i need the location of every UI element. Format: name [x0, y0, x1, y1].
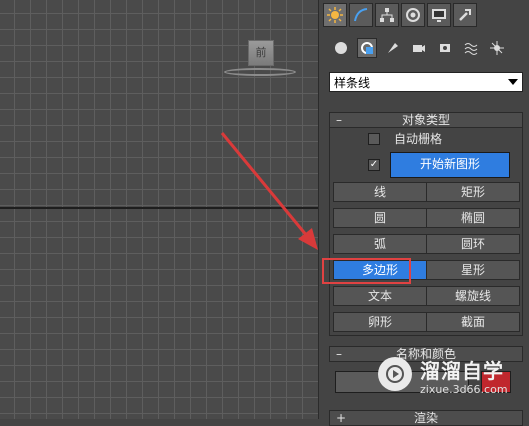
create-subcategory-bar	[331, 38, 507, 58]
create-icon	[327, 7, 343, 23]
autogrid-label: 自动栅格	[394, 132, 443, 146]
category-dropdown[interactable]: 样条线	[329, 72, 523, 92]
viewcube[interactable]: 前	[224, 40, 296, 80]
systems-icon	[490, 41, 504, 55]
arc-button[interactable]: 弧	[333, 234, 427, 254]
play-logo-icon	[378, 357, 412, 391]
lights-icon	[388, 43, 398, 53]
collapse-icon: –	[336, 347, 342, 361]
star-button[interactable]: 星形	[426, 260, 520, 280]
ellipse-button[interactable]: 椭圆	[426, 208, 520, 228]
lights-subcategory[interactable]	[383, 38, 403, 58]
start-new-shape-checkbox[interactable]: ✓	[368, 159, 380, 171]
helix-button[interactable]: 螺旋线	[426, 286, 520, 306]
utilities-icon	[459, 9, 471, 21]
shapes-subcategory[interactable]	[357, 38, 377, 58]
motion-icon	[406, 8, 420, 22]
object-type-rollout-header[interactable]: – 对象类型	[329, 112, 523, 128]
category-dropdown-value: 样条线	[334, 75, 371, 90]
collapse-icon: –	[336, 113, 342, 127]
egg-button[interactable]: 卵形	[333, 312, 427, 332]
rendering-rollout-header[interactable]: + 渲染	[329, 410, 523, 426]
text-button[interactable]: 文本	[333, 286, 427, 306]
line-button[interactable]: 线	[333, 182, 427, 202]
utilities-tab[interactable]	[453, 3, 477, 27]
viewcube-compass-ring[interactable]	[224, 68, 296, 76]
autogrid-checkbox[interactable]	[368, 133, 380, 145]
cameras-icon	[413, 45, 425, 52]
watermark: 溜溜自学 zixue.3d66.com	[378, 353, 528, 407]
create-tab[interactable]	[323, 3, 347, 27]
viewport-top[interactable]: 前	[0, 0, 318, 419]
watermark-name: 溜溜自学	[420, 359, 504, 383]
geometry-subcategory[interactable]	[331, 38, 351, 58]
geometry-icon	[335, 42, 347, 54]
section-button[interactable]: 截面	[426, 312, 520, 332]
modify-icon	[354, 8, 368, 22]
motion-tab[interactable]	[401, 3, 425, 27]
cameras-subcategory[interactable]	[409, 38, 429, 58]
helpers-subcategory[interactable]	[435, 38, 455, 58]
systems-subcategory[interactable]	[487, 38, 507, 58]
object-type-rollout-body: 自动栅格 ✓ 开始新图形 线 矩形 圆 椭圆 弧 圆环 多边形 星形 文本 螺旋…	[329, 128, 523, 336]
start-new-shape-button[interactable]: 开始新图形	[390, 152, 510, 178]
command-panel-tabs	[323, 3, 477, 29]
rendering-title: 渲染	[413, 411, 438, 425]
shapes-icon	[361, 42, 373, 54]
watermark-site: zixue.3d66.com	[420, 383, 508, 396]
hierarchy-icon	[380, 8, 394, 22]
circle-button[interactable]: 圆	[333, 208, 427, 228]
chevron-down-icon	[508, 79, 518, 85]
display-icon	[432, 9, 446, 22]
spacewarps-icon	[464, 43, 478, 55]
helpers-icon	[440, 44, 450, 52]
spacewarps-subcategory[interactable]	[461, 38, 481, 58]
hierarchy-tab[interactable]	[375, 3, 399, 27]
modify-tab[interactable]	[349, 3, 373, 27]
grid-axis-line	[0, 207, 318, 209]
object-type-title: 对象类型	[401, 113, 450, 127]
viewcube-front-face[interactable]: 前	[248, 40, 274, 66]
expand-icon: +	[336, 411, 347, 425]
rectangle-button[interactable]: 矩形	[426, 182, 520, 202]
display-tab[interactable]	[427, 3, 451, 27]
ngon-highlight-box	[322, 258, 411, 284]
donut-button[interactable]: 圆环	[426, 234, 520, 254]
